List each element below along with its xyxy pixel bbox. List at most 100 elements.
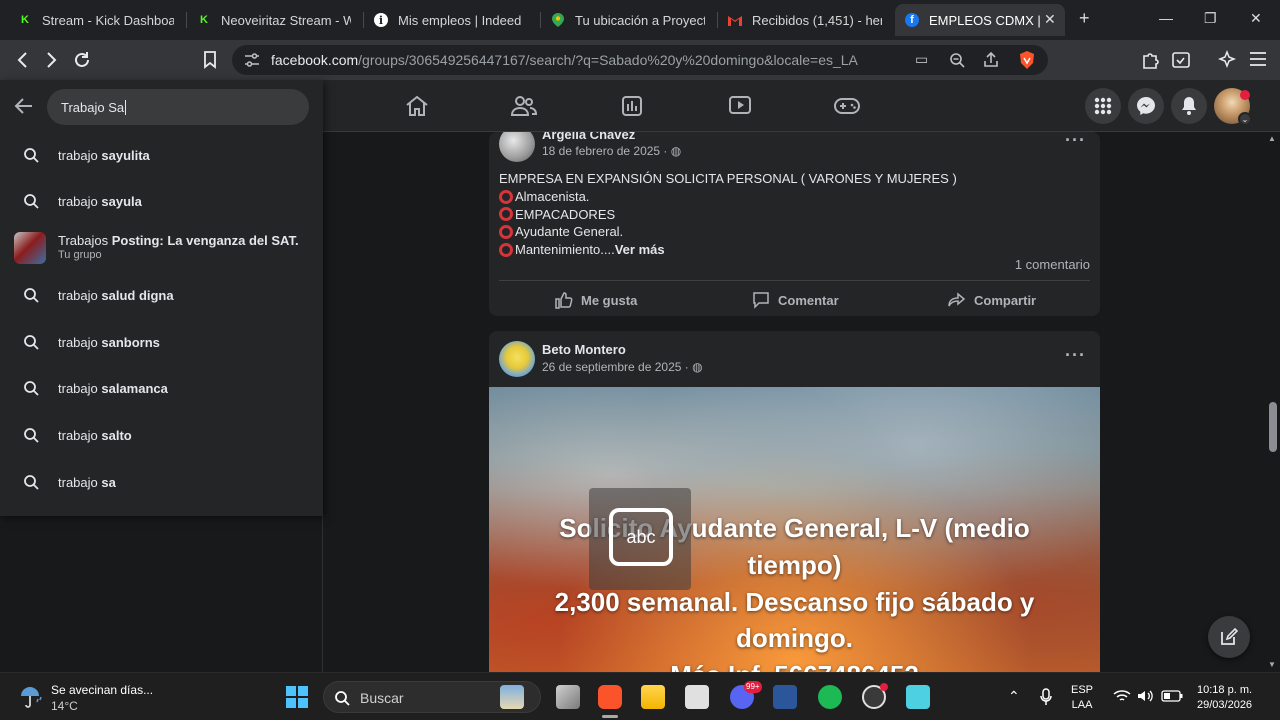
groups-feed-icon[interactable] — [619, 94, 645, 118]
file-explorer-icon[interactable] — [641, 685, 665, 709]
scroll-up-icon[interactable]: ▲ — [1268, 134, 1276, 143]
tab-indeed[interactable]: i Mis empleos | Indeed — [364, 6, 538, 34]
home-icon[interactable] — [404, 94, 430, 118]
reload-button[interactable] — [71, 49, 93, 71]
maximize-button[interactable]: ❐ — [1204, 10, 1217, 27]
suggestion-item[interactable]: trabajo sa — [0, 459, 323, 505]
see-more-link[interactable]: Ver más — [615, 241, 665, 259]
suggestion-item[interactable]: trabajo salud digna — [0, 272, 323, 318]
weather-rain-icon[interactable] — [18, 685, 44, 709]
more-options-icon[interactable]: ··· — [1065, 345, 1086, 366]
chevron-down-icon[interactable]: ⌄ — [1238, 112, 1252, 126]
brave-browser-icon[interactable] — [598, 685, 622, 709]
tab-kick-dashboard[interactable]: K Stream - Kick Dashboard — [8, 6, 184, 34]
weather-widget[interactable]: Se avecinan días... 14°C — [51, 682, 153, 714]
group-thumbnail — [14, 232, 46, 264]
more-options-icon[interactable]: ··· — [1065, 132, 1086, 151]
post-author[interactable]: Argelia Chavez — [542, 132, 635, 142]
chevron-up-icon[interactable]: ⌃ — [1008, 688, 1020, 705]
watch-icon[interactable] — [727, 94, 753, 118]
cast-icon[interactable]: ▭ — [915, 51, 928, 68]
scroll-down-icon[interactable]: ▼ — [1268, 660, 1276, 669]
back-button[interactable] — [12, 49, 34, 71]
keyboard-abc-icon: abc — [609, 508, 673, 566]
leo-ai-icon[interactable] — [1218, 50, 1238, 70]
notification-dot — [1240, 90, 1250, 100]
search-icon — [24, 148, 39, 163]
post-date[interactable]: 26 de septiembre de 2025 · ◍ — [542, 360, 703, 374]
kick-icon: K — [21, 14, 29, 26]
suggestion-item[interactable]: trabajo salamanca — [0, 365, 323, 411]
scroll-thumb[interactable] — [1269, 402, 1277, 452]
minimize-button[interactable]: — — [1159, 10, 1173, 26]
wifi-icon[interactable] — [1113, 689, 1131, 703]
left-column — [0, 516, 323, 672]
url-path: /groups/306549256447167/search/?q=Sabado… — [358, 52, 858, 68]
avatar[interactable] — [499, 132, 535, 162]
taskbar-search[interactable]: Buscar — [323, 681, 541, 713]
back-arrow-icon[interactable] — [14, 97, 34, 115]
battery-icon[interactable] — [1161, 690, 1183, 702]
suggestion-item[interactable]: trabajo sayulita — [0, 132, 323, 178]
avatar[interactable] — [499, 341, 535, 377]
tab-empleos-cdmx[interactable]: f EMPLEOS CDMX | F — [895, 4, 1065, 36]
comments-count[interactable]: 1 comentario — [1015, 257, 1090, 272]
text-caret — [125, 99, 127, 115]
tab-gmail[interactable]: Recibidos (1,451) - herne — [718, 6, 892, 34]
gaming-icon[interactable] — [834, 94, 860, 118]
site-settings-icon[interactable] — [244, 53, 260, 67]
post-image[interactable]: Solicito Ayudante General, L-V (medio ti… — [489, 387, 1100, 672]
bookmark-button[interactable] — [199, 49, 221, 71]
comment-button[interactable]: Comentar — [752, 287, 839, 313]
windows-start-icon[interactable] — [285, 685, 309, 709]
search-dropdown: Trabajo Sa trabajo sayulita trabajo sayu… — [0, 80, 323, 516]
search-icon — [24, 194, 39, 209]
post-author[interactable]: Beto Montero — [542, 342, 626, 357]
friends-icon[interactable] — [511, 94, 537, 118]
zoom-icon[interactable] — [949, 52, 965, 68]
forward-button[interactable] — [40, 49, 62, 71]
compose-icon — [1221, 628, 1238, 645]
task-view-icon[interactable] — [556, 685, 580, 709]
like-button[interactable]: Me gusta — [555, 287, 637, 313]
share-button[interactable]: Compartir — [948, 287, 1036, 313]
new-message-button[interactable] — [1208, 616, 1250, 658]
word-icon[interactable] — [773, 685, 797, 709]
url-field[interactable]: facebook.com/groups/306549256447167/sear… — [232, 45, 1048, 75]
menu-grid-button[interactable] — [1085, 88, 1121, 124]
search-input[interactable]: Trabajo Sa — [47, 89, 309, 125]
language-indicator[interactable]: ESP LAA — [1071, 683, 1093, 713]
menu-icon[interactable] — [1249, 51, 1267, 67]
red-circle-icon — [499, 243, 513, 258]
red-circle-icon — [499, 225, 513, 240]
close-window-button[interactable]: ✕ — [1250, 10, 1262, 27]
snipping-tool-icon[interactable] — [685, 685, 709, 709]
tab-maps[interactable]: Tu ubicación a Proyecto — [541, 6, 715, 34]
microphone-icon[interactable] — [1040, 688, 1052, 706]
page-scrollbar[interactable]: ▲ ▼ — [1265, 132, 1280, 672]
new-tab-button[interactable]: + — [1079, 8, 1090, 29]
suggestion-label: trabajo sa — [58, 474, 116, 490]
close-tab-icon[interactable]: ✕ — [1044, 11, 1056, 28]
notepad-icon[interactable] — [906, 685, 930, 709]
suggestion-item[interactable]: trabajo salto — [0, 412, 323, 458]
spotify-icon[interactable] — [818, 685, 842, 709]
wallet-icon[interactable] — [1171, 50, 1191, 70]
notifications-button[interactable] — [1171, 88, 1207, 124]
clock[interactable]: 10:18 p. m. 29/03/2026 — [1197, 683, 1252, 713]
share-icon[interactable] — [983, 52, 999, 68]
gmail-icon — [728, 13, 742, 27]
suggestion-item[interactable]: trabajo sayula — [0, 178, 323, 224]
extensions-icon[interactable] — [1141, 50, 1161, 70]
messenger-button[interactable] — [1128, 88, 1164, 124]
brave-shield-icon[interactable] — [1018, 50, 1036, 70]
recording-dot — [880, 683, 888, 691]
post-date[interactable]: 18 de febrero de 2025 · ◍ — [542, 144, 681, 158]
suggestion-item[interactable]: trabajo sanborns — [0, 319, 323, 365]
suggestion-group-item[interactable]: Trabajos Posting: La venganza del SAT. T… — [0, 224, 323, 272]
post-text: EMPRESA EN EXPANSIÓN SOLICITA PERSONAL (… — [499, 171, 957, 259]
volume-icon[interactable] — [1137, 689, 1153, 703]
tab-neoveiritaz[interactable]: K Neoveiritaz Stream - Wa — [187, 6, 361, 34]
search-query: Trabajo Sa — [61, 99, 125, 115]
browser-tab-bar: K Stream - Kick Dashboard K Neoveiritaz … — [0, 0, 1280, 40]
